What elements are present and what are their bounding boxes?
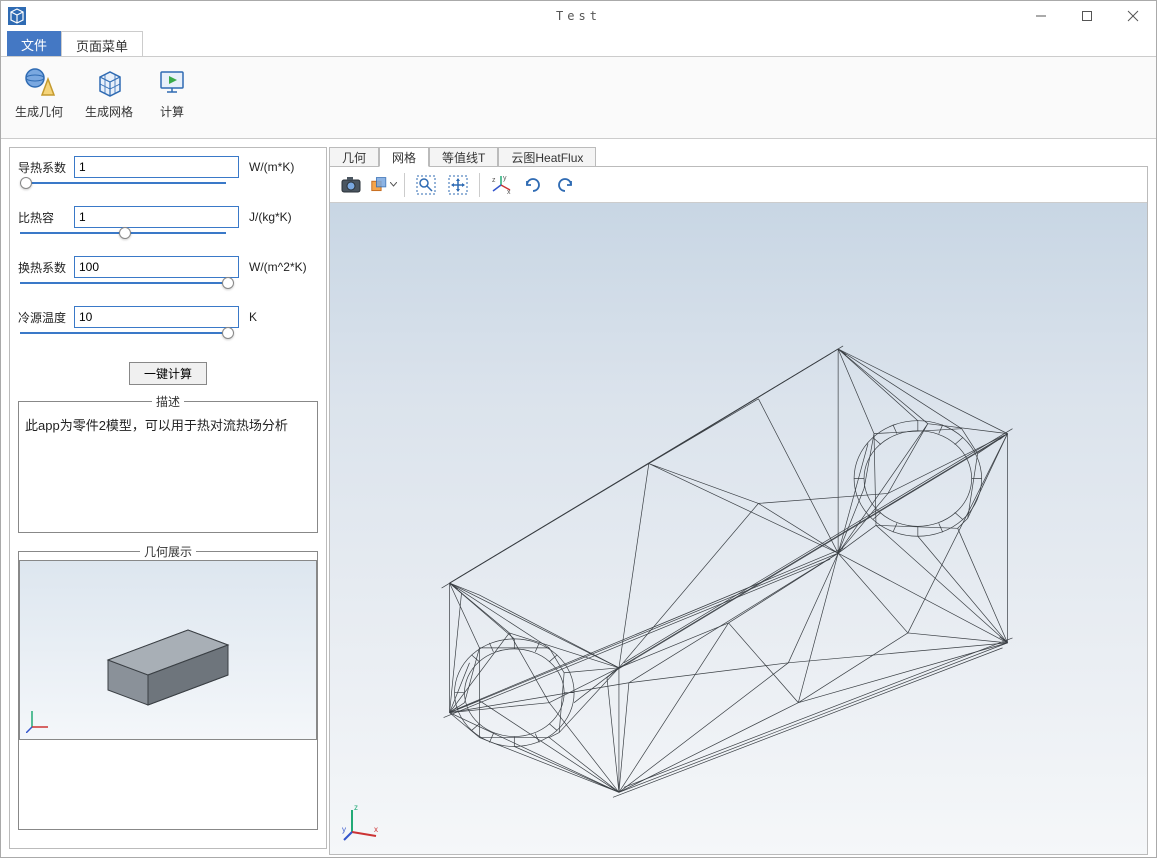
specific-heat-slider[interactable] xyxy=(18,232,318,234)
clip-plane-button[interactable] xyxy=(368,170,398,200)
mesh-wireframe xyxy=(330,203,1147,854)
tab-page-menu[interactable]: 页面菜单 xyxy=(61,31,143,56)
tab-mesh[interactable]: 网格 xyxy=(379,147,429,167)
param-unit: J/(kg*K) xyxy=(243,210,318,224)
main-menu: 文件 页面菜单 xyxy=(1,31,1156,57)
svg-text:x: x xyxy=(507,189,511,196)
view-tabs: 几何 网格 等值线T 云图HeatFlux xyxy=(329,147,1148,167)
svg-text:y: y xyxy=(342,825,346,834)
tab-contour-heatflux[interactable]: 云图HeatFlux xyxy=(498,147,596,167)
ribbon-toolbar: 生成几何 生成网格 计算 xyxy=(1,57,1156,139)
app-icon xyxy=(5,4,29,28)
specific-heat-input[interactable] xyxy=(74,206,239,228)
minimize-button[interactable] xyxy=(1018,1,1064,31)
screenshot-button[interactable] xyxy=(336,170,366,200)
description-text: 此app为零件2模型，可以用于热对流热场分析 xyxy=(25,416,311,526)
zoom-box-button[interactable] xyxy=(411,170,441,200)
tab-file[interactable]: 文件 xyxy=(7,31,61,56)
generate-geometry-button[interactable]: 生成几何 xyxy=(11,63,67,122)
geometry-preview-model xyxy=(78,590,258,710)
cold-source-temp-slider[interactable] xyxy=(18,332,318,334)
rotate-cw-icon xyxy=(554,174,576,196)
geometry-preview-legend: 几何展示 xyxy=(140,543,196,560)
title-bar: Test xyxy=(1,1,1156,31)
generate-mesh-button[interactable]: 生成网格 xyxy=(81,63,137,122)
heat-transfer-coeff-slider[interactable] xyxy=(18,282,318,284)
svg-text:z: z xyxy=(354,803,358,812)
zoom-box-icon xyxy=(415,174,437,196)
window-title: Test xyxy=(556,9,601,23)
ribbon-label: 生成网格 xyxy=(85,103,133,120)
tab-isoline[interactable]: 等值线T xyxy=(429,147,498,167)
param-label: 换热系数 xyxy=(18,259,70,276)
param-label: 冷源温度 xyxy=(18,309,70,326)
compute-play-icon xyxy=(155,65,189,99)
mesh-cube-icon xyxy=(92,65,126,99)
param-unit: W/(m*K) xyxy=(243,160,318,174)
clip-plane-icon xyxy=(369,174,389,196)
geometry-preview-viewport[interactable] xyxy=(19,560,317,740)
pan-button[interactable] xyxy=(443,170,473,200)
one-click-compute-button[interactable]: 一键计算 xyxy=(129,362,207,385)
svg-text:y: y xyxy=(503,175,507,182)
cold-source-temp-input[interactable] xyxy=(74,306,239,328)
ribbon-label: 计算 xyxy=(160,103,184,120)
parameters-panel: 导热系数 W/(m*K) 比热容 J/(kg*K) 换热系数 W/(m^2*K)… xyxy=(9,147,327,849)
axis-orientation-button[interactable]: zyx xyxy=(486,170,516,200)
camera-icon xyxy=(340,174,362,196)
description-box: 描述 此app为零件2模型，可以用于热对流热场分析 xyxy=(18,393,318,533)
axis-triad-icon xyxy=(26,705,54,733)
3d-viewport[interactable]: z x y xyxy=(330,203,1147,854)
viewport-panel: 几何 网格 等值线T 云图HeatFlux xyxy=(329,147,1148,849)
ribbon-label: 生成几何 xyxy=(15,103,63,120)
param-unit: W/(m^2*K) xyxy=(243,260,318,274)
compute-button[interactable]: 计算 xyxy=(151,63,193,122)
axis-triad-icon: z x y xyxy=(342,802,382,842)
description-legend: 描述 xyxy=(152,393,184,410)
maximize-button[interactable] xyxy=(1064,1,1110,31)
chevron-down-icon xyxy=(390,182,397,187)
tab-geometry[interactable]: 几何 xyxy=(329,147,379,167)
viewport-toolbar: zyx xyxy=(330,167,1147,203)
rotate-ccw-icon xyxy=(522,174,544,196)
param-unit: K xyxy=(243,310,318,324)
window-controls xyxy=(1018,1,1156,31)
pan-icon xyxy=(447,174,469,196)
sphere-cone-icon xyxy=(22,65,56,99)
thermal-conductivity-slider[interactable] xyxy=(18,182,318,184)
thermal-conductivity-input[interactable] xyxy=(74,156,239,178)
heat-transfer-coeff-input[interactable] xyxy=(74,256,239,278)
param-label: 导热系数 xyxy=(18,159,70,176)
xyz-axis-icon: zyx xyxy=(490,174,512,196)
geometry-preview-box: 几何展示 xyxy=(18,543,318,830)
param-label: 比热容 xyxy=(18,209,70,226)
svg-text:z: z xyxy=(492,177,496,184)
close-button[interactable] xyxy=(1110,1,1156,31)
svg-text:x: x xyxy=(374,825,378,834)
rotate-ccw-button[interactable] xyxy=(518,170,548,200)
rotate-cw-button[interactable] xyxy=(550,170,580,200)
